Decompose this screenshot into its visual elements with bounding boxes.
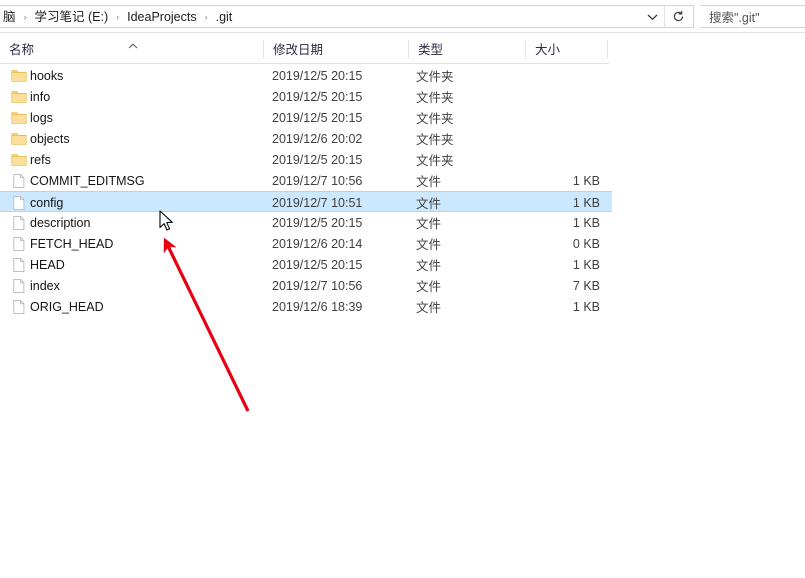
file-icon bbox=[11, 257, 27, 273]
search-placeholder-text: 搜索".git" bbox=[709, 11, 760, 25]
column-header-type[interactable]: 类型 bbox=[409, 34, 525, 63]
sort-ascending-icon bbox=[127, 39, 139, 49]
file-name: logs bbox=[30, 110, 53, 125]
file-type: 文件 bbox=[416, 259, 442, 273]
file-date-modified: 2019/12/7 10:56 bbox=[272, 278, 363, 293]
breadcrumb-item-2[interactable]: IdeaProjects bbox=[125, 8, 198, 26]
file-list[interactable]: hooks 2019/12/5 20:15 文件夹 info 2019/12/5 20:… bbox=[0, 65, 805, 565]
column-divider-4[interactable] bbox=[607, 40, 608, 59]
file-type: 文件 bbox=[416, 301, 442, 315]
file-type: 文件夹 bbox=[416, 154, 454, 168]
breadcrumb-item-3[interactable]: .git bbox=[214, 8, 235, 26]
column-header-bar: 名称 修改日期 类型 大小 bbox=[0, 34, 609, 64]
file-name: info bbox=[30, 89, 51, 104]
file-row[interactable]: description 2019/12/5 20:15 文件 1 KB bbox=[0, 212, 612, 233]
file-date-modified: 2019/12/5 20:15 bbox=[272, 89, 363, 104]
file-date-modified: 2019/12/5 20:15 bbox=[272, 68, 363, 83]
file-name: hooks bbox=[30, 68, 64, 83]
file-size: 1 KB bbox=[572, 299, 600, 314]
file-row[interactable]: logs 2019/12/5 20:15 文件夹 bbox=[0, 107, 612, 128]
refresh-icon[interactable] bbox=[664, 6, 692, 27]
file-name: objects bbox=[30, 131, 70, 146]
file-size: 1 KB bbox=[572, 215, 600, 230]
file-date-modified: 2019/12/7 10:56 bbox=[272, 173, 363, 188]
file-size: 1 KB bbox=[572, 195, 600, 210]
file-type: 文件 bbox=[416, 280, 442, 294]
file-icon bbox=[11, 215, 27, 231]
file-row[interactable]: refs 2019/12/5 20:15 文件夹 bbox=[0, 149, 612, 170]
file-type: 文件 bbox=[416, 238, 442, 252]
explorer-toolbar: 脑 › 学习笔记 (E:) › IdeaProjects › .git 搜索".… bbox=[0, 0, 805, 33]
file-row[interactable]: ORIG_HEAD 2019/12/6 18:39 文件 1 KB bbox=[0, 296, 612, 317]
file-row[interactable]: COMMIT_EDITMSG 2019/12/7 10:56 文件 1 KB bbox=[0, 170, 612, 191]
file-size: 1 KB bbox=[572, 173, 600, 188]
column-header-date-modified[interactable]: 修改日期 bbox=[264, 34, 408, 63]
search-input[interactable]: 搜索".git" bbox=[700, 5, 805, 28]
file-date-modified: 2019/12/6 20:02 bbox=[272, 131, 363, 146]
file-type: 文件夹 bbox=[416, 133, 454, 147]
column-header-date-label: 修改日期 bbox=[273, 43, 324, 57]
folder-icon bbox=[11, 131, 27, 147]
file-date-modified: 2019/12/5 20:15 bbox=[272, 110, 363, 125]
file-type: 文件 bbox=[416, 175, 442, 189]
file-date-modified: 2019/12/5 20:15 bbox=[272, 215, 363, 230]
file-size: 7 KB bbox=[572, 278, 600, 293]
chevron-down-icon[interactable] bbox=[641, 6, 663, 27]
file-name: ORIG_HEAD bbox=[30, 299, 104, 314]
file-size bbox=[490, 149, 600, 170]
breadcrumb-separator-1: › bbox=[116, 11, 120, 22]
file-size bbox=[490, 65, 600, 86]
mouse-pointer-icon bbox=[158, 209, 178, 237]
file-icon bbox=[11, 299, 27, 315]
file-type: 文件 bbox=[416, 217, 442, 231]
file-row[interactable]: info 2019/12/5 20:15 文件夹 bbox=[0, 86, 612, 107]
breadcrumb-item-1[interactable]: 学习笔记 (E:) bbox=[33, 8, 111, 26]
file-date-modified: 2019/12/7 10:51 bbox=[272, 195, 363, 210]
column-header-type-label: 类型 bbox=[418, 43, 444, 57]
file-size bbox=[490, 86, 600, 107]
file-row[interactable]: index 2019/12/7 10:56 文件 7 KB bbox=[0, 275, 612, 296]
folder-icon bbox=[11, 152, 27, 168]
file-row[interactable]: config 2019/12/7 10:51 文件 1 KB bbox=[0, 191, 612, 212]
file-name: config bbox=[30, 195, 64, 210]
file-name: refs bbox=[30, 152, 51, 167]
folder-icon bbox=[11, 110, 27, 126]
file-name: COMMIT_EDITMSG bbox=[30, 173, 145, 188]
file-type: 文件夹 bbox=[416, 70, 454, 84]
file-row[interactable]: FETCH_HEAD 2019/12/6 20:14 文件 0 KB bbox=[0, 233, 612, 254]
file-size: 1 KB bbox=[572, 257, 600, 272]
file-date-modified: 2019/12/6 20:14 bbox=[272, 236, 363, 251]
file-icon bbox=[11, 236, 27, 252]
folder-icon bbox=[11, 68, 27, 84]
file-row[interactable]: objects 2019/12/6 20:02 文件夹 bbox=[0, 128, 612, 149]
file-icon bbox=[11, 278, 27, 294]
file-icon bbox=[11, 173, 27, 189]
file-size bbox=[490, 107, 600, 128]
column-header-size[interactable]: 大小 bbox=[526, 34, 608, 63]
file-name: index bbox=[30, 278, 60, 293]
file-icon bbox=[11, 195, 27, 211]
file-type: 文件夹 bbox=[416, 91, 454, 105]
column-header-name-label: 名称 bbox=[9, 43, 35, 57]
column-header-size-label: 大小 bbox=[535, 43, 561, 57]
file-row[interactable]: hooks 2019/12/5 20:15 文件夹 bbox=[0, 65, 612, 86]
breadcrumb-separator-2: › bbox=[204, 11, 208, 22]
breadcrumb-separator-0: › bbox=[23, 11, 27, 22]
file-name: description bbox=[30, 215, 91, 230]
file-size bbox=[490, 128, 600, 149]
file-row[interactable]: HEAD 2019/12/5 20:15 文件 1 KB bbox=[0, 254, 612, 275]
file-size: 0 KB bbox=[572, 236, 600, 251]
breadcrumb-item-0[interactable]: 脑 bbox=[1, 8, 18, 26]
file-date-modified: 2019/12/5 20:15 bbox=[272, 257, 363, 272]
file-name: HEAD bbox=[30, 257, 65, 272]
address-bar[interactable]: 脑 › 学习笔记 (E:) › IdeaProjects › .git bbox=[0, 5, 694, 28]
file-type: 文件夹 bbox=[416, 112, 454, 126]
file-type: 文件 bbox=[416, 197, 442, 211]
folder-icon bbox=[11, 89, 27, 105]
file-name: FETCH_HEAD bbox=[30, 236, 114, 251]
file-date-modified: 2019/12/5 20:15 bbox=[272, 152, 363, 167]
file-date-modified: 2019/12/6 18:39 bbox=[272, 299, 363, 314]
